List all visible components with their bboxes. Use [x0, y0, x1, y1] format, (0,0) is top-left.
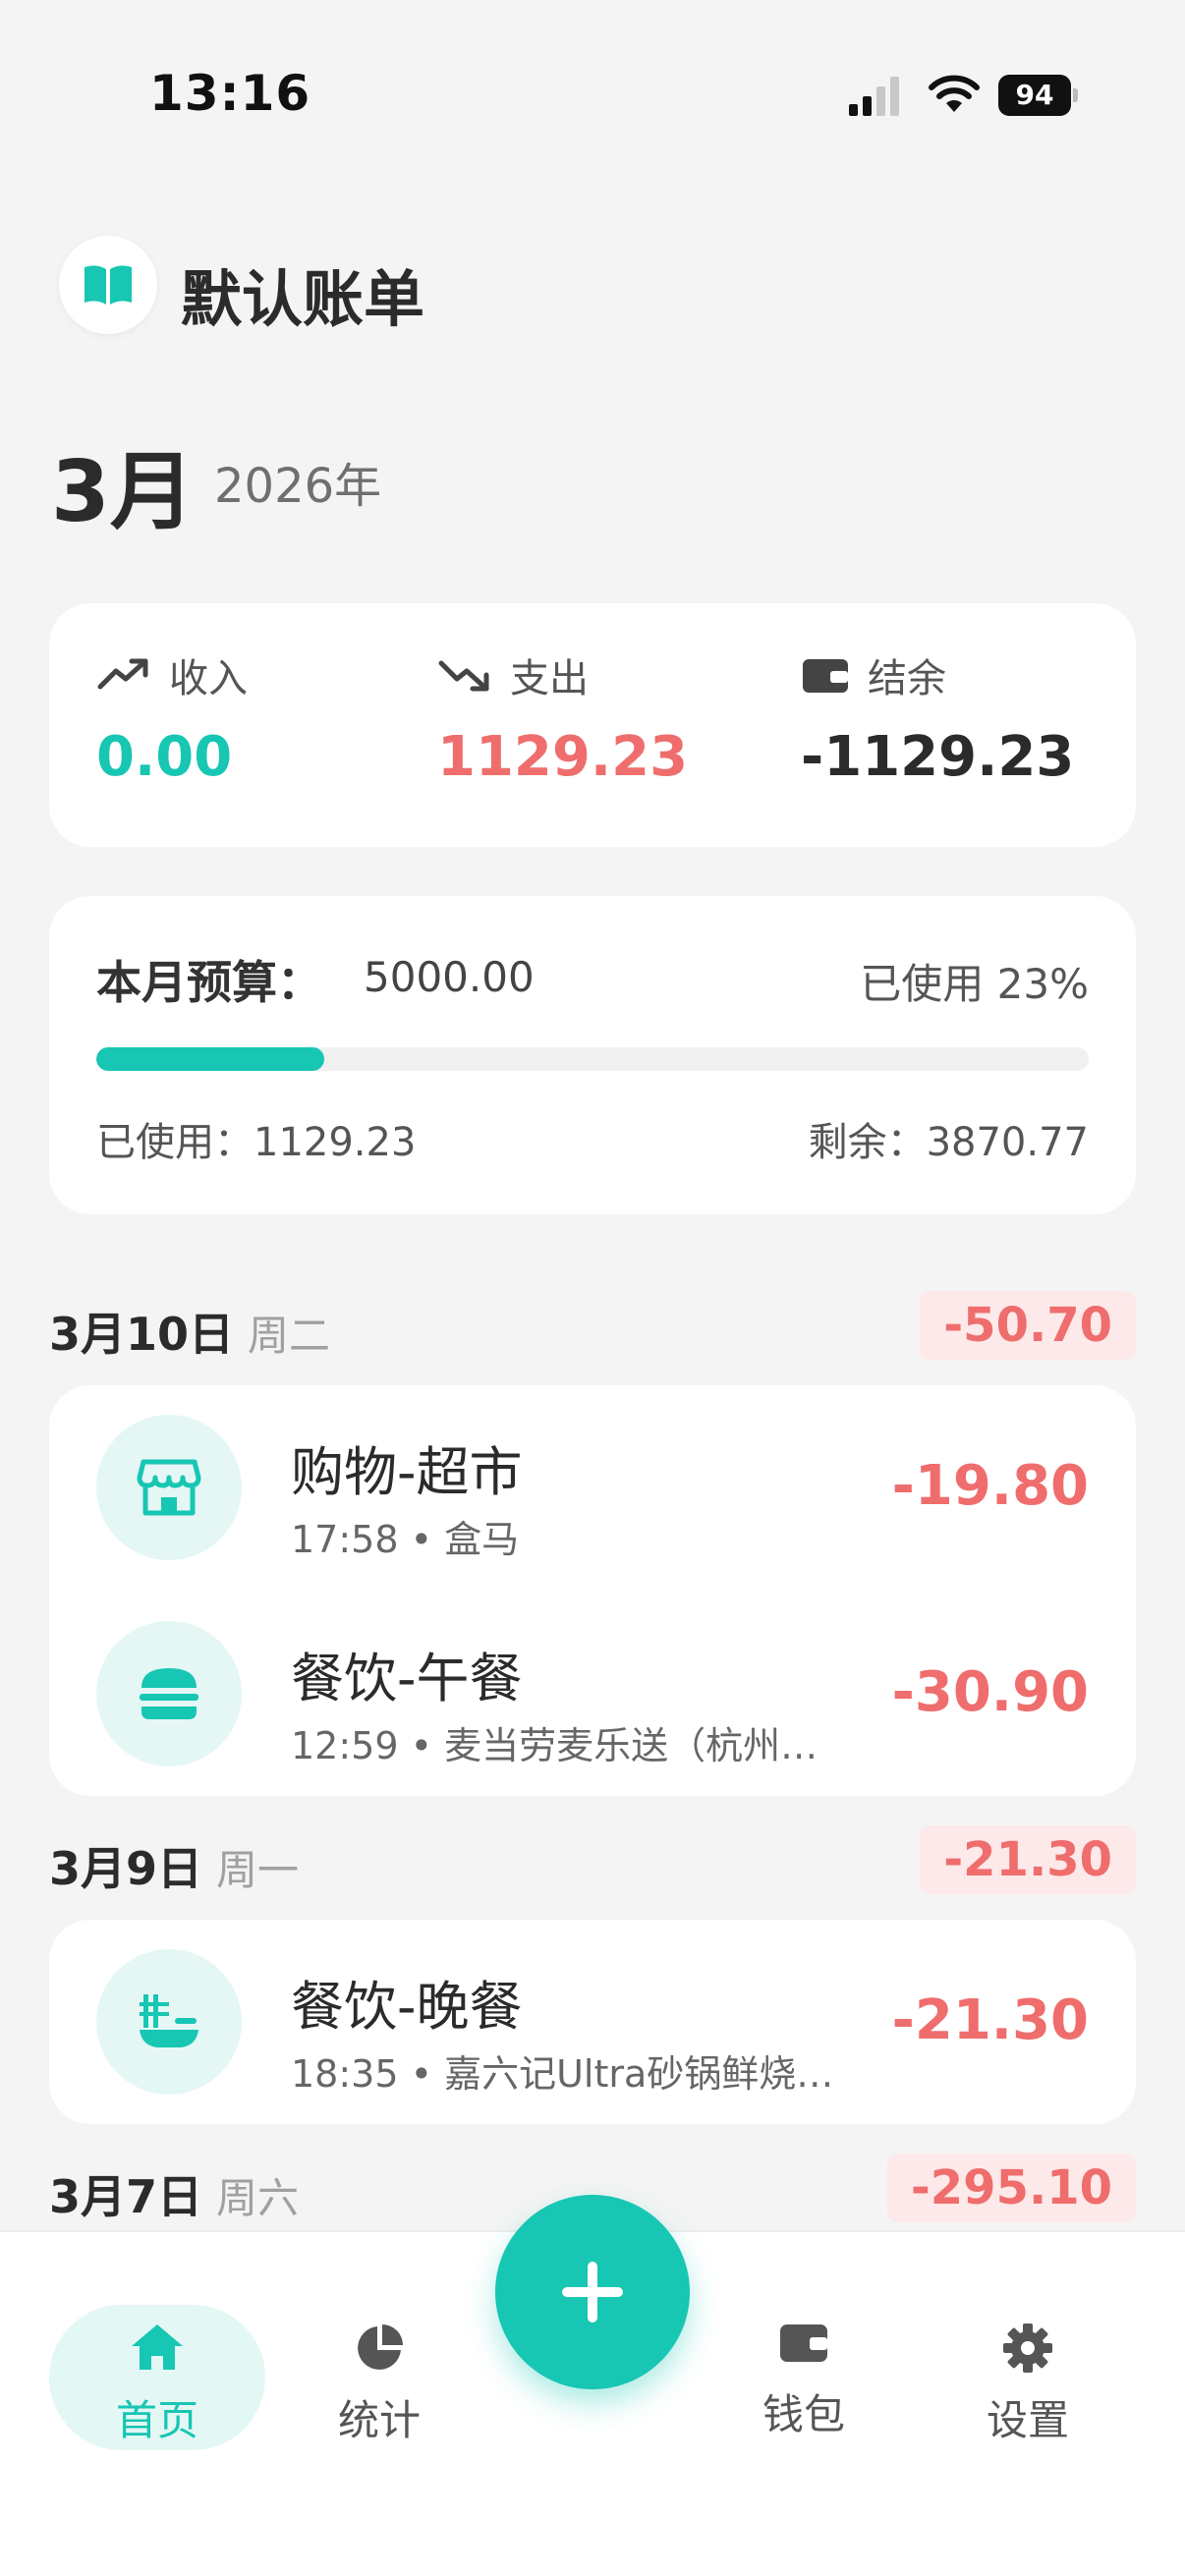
- income-label: 收入: [169, 656, 248, 701]
- day-weekday: 周一: [216, 1846, 300, 1894]
- transaction-detail: 12:59 • 麦当劳麦乐送（杭州…: [291, 1724, 818, 1767]
- day-date: 3月10日: [49, 1308, 235, 1361]
- balance-value: -1129.23: [801, 725, 1075, 789]
- day-date: 3月9日: [49, 1842, 203, 1895]
- day-header: 3月9日 周一 -21.30: [49, 1820, 1136, 1898]
- nav-wallet[interactable]: 钱包: [696, 2305, 912, 2450]
- trend-up-icon: [97, 658, 148, 690]
- balance-label: 结余: [868, 656, 946, 701]
- transaction-row[interactable]: 购物-超市 17:58 • 盒马 -19.80: [49, 1385, 1136, 1592]
- budget-progress-fill: [96, 1047, 325, 1071]
- home-icon: [132, 2324, 183, 2370]
- noodles-icon: [140, 1994, 198, 2047]
- pie-chart-icon: [358, 2324, 403, 2370]
- income-summary: 收入 0.00: [96, 650, 248, 789]
- transaction-amount: -30.90: [891, 1660, 1089, 1724]
- budget-amount: 5000.00: [364, 953, 535, 1001]
- expense-summary: 支出 1129.23: [437, 650, 688, 789]
- day-weekday: 周六: [216, 2174, 300, 2222]
- status-bar: 13:16 94: [0, 0, 1185, 187]
- gear-icon: [1003, 2324, 1052, 2373]
- store-icon: [137, 1459, 201, 1516]
- month-label[interactable]: 3月: [51, 422, 195, 545]
- cellular-signal-icon: [849, 77, 899, 116]
- plus-icon: [562, 2262, 623, 2323]
- transaction-detail: 18:35 • 嘉六记Ultra砂锅鲜烧…: [291, 2052, 834, 2096]
- nav-home[interactable]: 首页: [49, 2305, 265, 2450]
- wallet-icon: [803, 659, 848, 693]
- budget-used-percent: 已使用 23%: [860, 960, 1089, 1008]
- category-icon-bg: [96, 1415, 242, 1560]
- budget-used-amount: 已使用：1129.23: [96, 1120, 417, 1165]
- day-transactions-card: 购物-超市 17:58 • 盒马 -19.80 餐饮-午餐 12:59 • 麦当…: [49, 1385, 1136, 1796]
- day-header: 3月10日 周二 -50.70: [49, 1285, 1136, 1364]
- battery-level: 94: [998, 75, 1071, 116]
- transaction-amount: -19.80: [891, 1454, 1089, 1518]
- transaction-title: 餐饮-晚餐: [291, 1976, 523, 2038]
- day-date: 3月7日: [49, 2170, 203, 2223]
- budget-progress-bar: [96, 1047, 1089, 1071]
- income-value: 0.00: [96, 725, 233, 789]
- day-total: -21.30: [920, 1825, 1136, 1894]
- expense-value: 1129.23: [437, 725, 689, 789]
- nav-settings-label: 设置: [986, 2396, 1069, 2444]
- wifi-icon: [929, 75, 980, 112]
- expense-label: 支出: [510, 656, 589, 701]
- day-total: -50.70: [920, 1291, 1136, 1360]
- nav-home-label: 首页: [115, 2396, 198, 2444]
- budget-label: 本月预算：: [96, 956, 322, 1009]
- day-transactions-card: 餐饮-晚餐 18:35 • 嘉六记Ultra砂锅鲜烧… -21.30: [49, 1920, 1136, 2124]
- ledger-title[interactable]: 默认账单: [181, 250, 424, 338]
- ledger-avatar[interactable]: [59, 236, 157, 334]
- balance-summary: 结余 -1129.23: [801, 650, 1074, 789]
- category-icon-bg: [96, 1949, 242, 2095]
- battery-tip: [1073, 88, 1078, 102]
- add-transaction-button[interactable]: [495, 2195, 690, 2389]
- nav-stats[interactable]: 统计: [271, 2305, 487, 2450]
- nav-wallet-label: 钱包: [762, 2390, 845, 2438]
- summary-card: 收入 0.00 支出 1129.23 结余 -1129.23: [49, 603, 1136, 847]
- transaction-title: 餐饮-午餐: [291, 1648, 523, 1709]
- burger-icon: [140, 1668, 198, 1719]
- nav-settings[interactable]: 设置: [920, 2305, 1136, 2450]
- transaction-detail: 17:58 • 盒马: [291, 1518, 520, 1561]
- transaction-amount: -21.30: [891, 1988, 1089, 2052]
- wallet-icon: [780, 2324, 827, 2362]
- transaction-title: 购物-超市: [291, 1441, 523, 1503]
- day-total: -295.10: [886, 2154, 1136, 2222]
- nav-stats-label: 统计: [337, 2396, 421, 2444]
- status-time: 13:16: [149, 65, 311, 122]
- transaction-row[interactable]: 餐饮-晚餐 18:35 • 嘉六记Ultra砂锅鲜烧… -21.30: [49, 1920, 1136, 2126]
- battery-icon: 94: [998, 75, 1078, 116]
- budget-remaining-amount: 剩余：3870.77: [808, 1120, 1089, 1165]
- transaction-row[interactable]: 餐饮-午餐 12:59 • 麦当劳麦乐送（杭州… -30.90: [49, 1592, 1136, 1798]
- category-icon-bg: [96, 1621, 242, 1766]
- day-weekday: 周二: [248, 1312, 331, 1360]
- year-label[interactable]: 2026年: [214, 447, 381, 516]
- budget-card[interactable]: 本月预算： 5000.00 已使用 23% 已使用：1129.23 剩余：387…: [49, 896, 1136, 1214]
- trend-down-icon: [438, 660, 489, 692]
- book-icon: [85, 265, 132, 305]
